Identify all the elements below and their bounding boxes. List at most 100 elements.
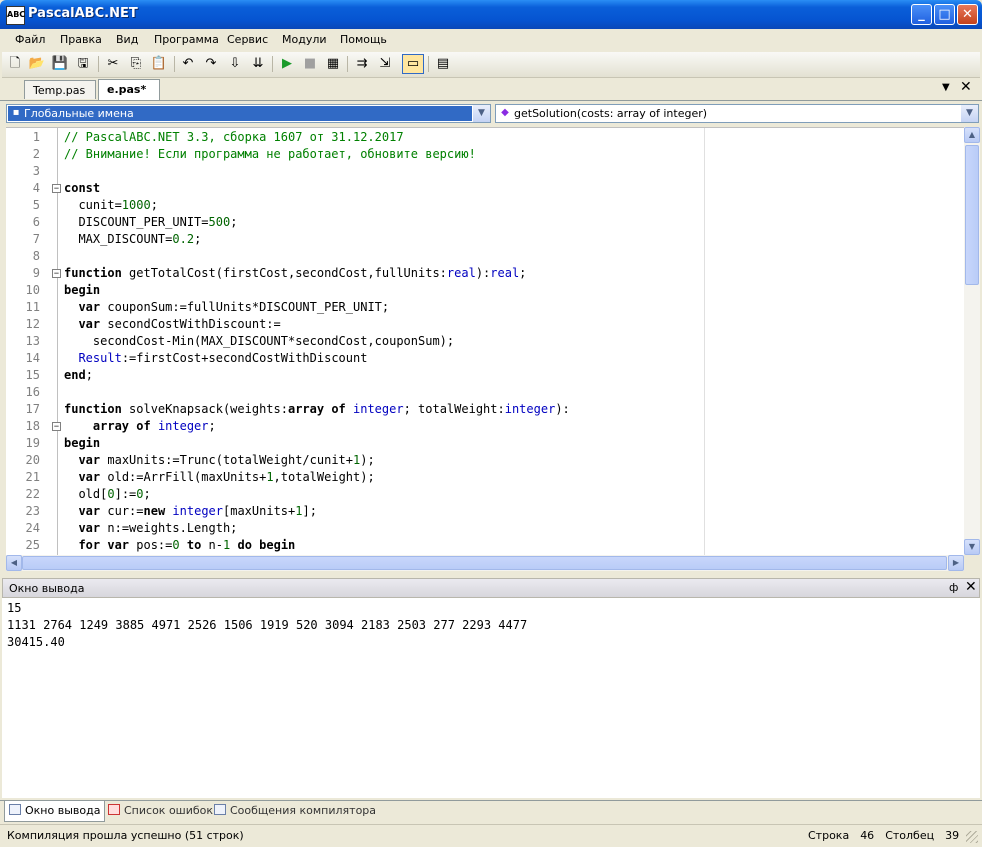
scroll-down-icon[interactable]: ▼ xyxy=(964,539,980,555)
code-line: var maxUnits:=Trunc(totalWeight/cunit+1)… xyxy=(78,453,375,467)
close-icon[interactable]: ✕ xyxy=(965,579,977,595)
code-line: var couponSum:=fullUnits*DISCOUNT_PER_UN… xyxy=(78,300,390,314)
line-number: 21 xyxy=(25,470,40,484)
scope-dropdown-value: Глобальные имена xyxy=(24,107,134,120)
line-number: 20 xyxy=(25,453,40,467)
code-line: const xyxy=(64,181,101,195)
paste-icon[interactable]: 📋 xyxy=(150,55,168,73)
save-all-icon[interactable]: 🖫 xyxy=(74,55,92,73)
step-icon[interactable]: ⇉ xyxy=(353,55,371,73)
redo-icon[interactable]: ↷ xyxy=(202,55,220,73)
tab-close-icon[interactable]: ✕ xyxy=(960,79,972,95)
line-number: 15 xyxy=(25,368,40,382)
line-number: 13 xyxy=(25,334,40,348)
output-window[interactable]: 15 1131 2764 1249 3885 4971 2526 1506 19… xyxy=(2,598,980,798)
tab-output-window[interactable]: Окно вывода xyxy=(4,801,106,822)
close-button[interactable]: ✕ xyxy=(957,4,978,25)
tab-temp-pas[interactable]: Temp.pas xyxy=(24,80,96,99)
undo-icon[interactable]: ↶ xyxy=(179,55,197,73)
line-number: 22 xyxy=(25,487,40,501)
method-icon: ◆ xyxy=(501,107,509,118)
compile-all-icon[interactable]: ⇊ xyxy=(249,55,267,73)
console-icon[interactable]: ▭ xyxy=(402,54,424,74)
menu-service[interactable]: Сервис xyxy=(227,33,268,46)
menu-help[interactable]: Помощь xyxy=(340,33,387,46)
toolbar: 🗋 📂 💾 🖫 ✂ ⎘ 📋 ↶ ↷ ⇩ ⇊ ▶ ■ ▦ ⇉ ⇲ ▭ ▤ xyxy=(2,52,980,78)
row-label: Строка xyxy=(808,829,850,842)
minimize-button[interactable]: _ xyxy=(911,4,932,25)
tab-e-pas[interactable]: e.pas* xyxy=(98,79,160,100)
tab-compiler-messages[interactable]: Сообщения компилятора xyxy=(210,801,380,821)
scroll-right-icon[interactable]: ▶ xyxy=(948,555,964,571)
chevron-down-icon[interactable]: ▼ xyxy=(961,105,978,122)
scope-dropdown[interactable]: ▪ Глобальные имена ▼ xyxy=(6,104,491,123)
cursor-position: Строка 46 Столбец 39 xyxy=(808,829,959,842)
code-line: var old:=ArrFill(maxUnits+1,totalWeight)… xyxy=(78,470,375,484)
editor-horizontal-scrollbar[interactable]: ◀ ▶ xyxy=(6,555,964,571)
cut-icon[interactable]: ✂ xyxy=(104,55,122,73)
menu-program[interactable]: Программа xyxy=(154,33,219,46)
code-line: array of integer; xyxy=(92,419,216,433)
member-dropdown[interactable]: ◆ getSolution(costs: array of integer) ▼ xyxy=(495,104,979,123)
menu-file[interactable]: Файл xyxy=(15,33,45,46)
chevron-down-icon[interactable]: ▼ xyxy=(473,105,490,122)
step-into-icon[interactable]: ⇲ xyxy=(376,55,394,73)
scrollbar-thumb[interactable] xyxy=(22,556,947,570)
fold-toggle-icon[interactable]: − xyxy=(52,422,61,432)
app-icon: ABC xyxy=(6,6,25,25)
open-folder-icon[interactable]: 📂 xyxy=(28,55,46,73)
copy-icon[interactable]: ⎘ xyxy=(127,55,145,73)
line-number: 1 xyxy=(32,130,40,144)
code-line: var secondCostWithDiscount:= xyxy=(78,317,281,331)
fold-toggle-icon[interactable]: − xyxy=(52,184,61,194)
stop-icon[interactable]: ■ xyxy=(301,55,319,73)
menu-modules[interactable]: Модули xyxy=(282,33,327,46)
menu-view[interactable]: Вид xyxy=(116,33,138,46)
menu-edit[interactable]: Правка xyxy=(60,33,102,46)
maximize-button[interactable]: □ xyxy=(934,4,955,25)
namespace-icon: ▪ xyxy=(12,107,20,118)
toolbar-separator xyxy=(272,56,273,72)
line-number: 8 xyxy=(32,249,40,263)
line-number: 2 xyxy=(32,147,40,161)
tab-list-icon[interactable]: ▼ xyxy=(942,82,950,93)
run-icon[interactable]: ▶ xyxy=(278,55,296,73)
member-dropdown-value: getSolution(costs: array of integer) xyxy=(514,107,708,120)
output-panel-title: Окно вывода xyxy=(9,582,85,595)
code-line: // Внимание! Если программа не работает,… xyxy=(64,147,476,161)
tab-label: Окно вывода xyxy=(25,804,101,817)
form-designer-icon[interactable]: ▤ xyxy=(434,55,452,73)
scroll-left-icon[interactable]: ◀ xyxy=(6,555,22,571)
code-line: MAX_DISCOUNT=0.2; xyxy=(64,232,202,246)
tab-error-list[interactable]: Список ошибок xyxy=(104,801,217,821)
save-icon[interactable]: 💾 xyxy=(51,55,69,73)
navigation-bar: ▪ Глобальные имена ▼ ◆ getSolution(costs… xyxy=(0,101,982,127)
scroll-up-icon[interactable]: ▲ xyxy=(964,127,980,143)
debug-icon[interactable]: ▦ xyxy=(324,55,342,73)
line-number: 4 xyxy=(32,181,40,195)
scrollbar-thumb[interactable] xyxy=(965,145,979,285)
col-label: Столбец xyxy=(885,829,935,842)
line-number: 17 xyxy=(25,402,40,416)
output-line: 1131 2764 1249 3885 4971 2526 1506 1919 … xyxy=(7,618,528,632)
row-value: 46 xyxy=(860,829,875,842)
toolbar-separator xyxy=(347,56,348,72)
code-line: Result:=firstCost+secondCostWithDiscount xyxy=(78,351,368,365)
right-margin-line xyxy=(704,128,705,556)
compile-icon[interactable]: ⇩ xyxy=(226,55,244,73)
resize-grip[interactable] xyxy=(966,831,978,843)
line-number: 24 xyxy=(25,521,40,535)
code-line: for var pos:=0 to n-1 do begin xyxy=(78,538,296,552)
col-value: 39 xyxy=(945,829,960,842)
pin-icon[interactable]: ф xyxy=(949,581,958,594)
code-line: var n:=weights.Length; xyxy=(78,521,238,535)
code-line: // PascalABC.NET 3.3, сборка 1607 от 31.… xyxy=(64,130,404,144)
fold-toggle-icon[interactable]: − xyxy=(52,269,61,279)
code-line: function getTotalCost(firstCost,secondCo… xyxy=(64,266,527,280)
code-editor[interactable]: 1 2 3 4 5 6 7 8 9 10 11 12 13 14 15 16 1… xyxy=(6,127,964,556)
editor-vertical-scrollbar[interactable]: ▲ ▼ xyxy=(964,127,980,555)
tab-label: Сообщения компилятора xyxy=(230,804,377,817)
line-number: 11 xyxy=(25,300,40,314)
new-file-icon[interactable]: 🗋 xyxy=(6,55,24,73)
line-number: 9 xyxy=(32,266,40,280)
